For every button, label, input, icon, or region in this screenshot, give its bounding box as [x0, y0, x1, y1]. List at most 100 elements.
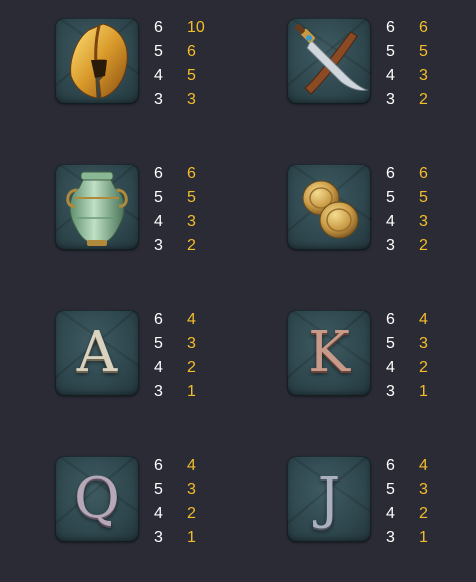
match-count: 6: [154, 165, 163, 182]
pay-row: 64: [386, 454, 466, 478]
payout: 2: [187, 505, 196, 522]
match-count: 5: [154, 189, 163, 206]
pay-row: 55: [386, 40, 466, 64]
match-count: 3: [386, 529, 395, 546]
symbol-card-q: Q 64 53 42 31: [0, 438, 238, 582]
pay-row: 56: [154, 40, 234, 64]
payout: 5: [419, 43, 428, 60]
match-count: 4: [386, 359, 395, 376]
match-count: 5: [386, 335, 395, 352]
match-count: 5: [386, 481, 395, 498]
match-count: 6: [154, 457, 163, 474]
match-count: 4: [154, 67, 163, 84]
payout: 2: [187, 237, 196, 254]
payout: 3: [419, 213, 428, 230]
coins-symbol-tile: [287, 164, 371, 250]
match-count: 4: [386, 213, 395, 230]
symbol-card-coins: 66 55 43 32: [232, 146, 470, 290]
amphora-icon: [66, 171, 128, 246]
pay-row: 43: [386, 64, 466, 88]
pay-row: 64: [386, 308, 466, 332]
payout: 3: [419, 67, 428, 84]
match-count: 3: [154, 529, 163, 546]
pay-row: 6 10: [154, 16, 234, 40]
pay-row: 31: [154, 526, 234, 550]
pay-row: 42: [386, 502, 466, 526]
match-count: 4: [386, 505, 395, 522]
symbol-card-a: A 64 53 42 31: [0, 292, 238, 436]
match-count: 5: [386, 189, 395, 206]
letter-k-icon: K: [308, 320, 350, 385]
match-count: 6: [386, 311, 395, 328]
payout: 3: [187, 335, 196, 352]
paytable-coins: 66 55 43 32: [386, 162, 466, 258]
letter-a-icon: A: [76, 320, 118, 385]
q-symbol-tile: Q: [55, 456, 139, 542]
pay-row: 32: [154, 234, 234, 258]
payout: 1: [419, 529, 428, 546]
match-count: 4: [154, 213, 163, 230]
payout: 5: [187, 189, 196, 206]
pay-row: 33: [154, 88, 234, 112]
match-count: 6: [386, 165, 395, 182]
pay-row: 43: [154, 210, 234, 234]
match-count: 3: [386, 383, 395, 400]
payout: 2: [419, 91, 428, 108]
pay-row: 32: [386, 234, 466, 258]
match-count: 3: [154, 91, 163, 108]
symbol-card-j: J 64 53 42 31: [232, 438, 470, 582]
paytable-k: 64 53 42 31: [386, 308, 466, 404]
symbol-card-k: K 64 53 42 31: [232, 292, 470, 436]
payout: 6: [419, 165, 428, 182]
pay-row: 31: [386, 526, 466, 550]
match-count: 3: [386, 91, 395, 108]
pay-row: 42: [386, 356, 466, 380]
symbol-card-vase: 66 55 43 32: [0, 146, 238, 290]
pay-row: 55: [386, 186, 466, 210]
paytable-vase: 66 55 43 32: [154, 162, 234, 258]
k-symbol-tile: K: [287, 310, 371, 396]
pay-row: 66: [386, 16, 466, 40]
match-count: 4: [154, 359, 163, 376]
match-count: 4: [154, 505, 163, 522]
pay-row: 43: [386, 210, 466, 234]
pay-row: 53: [386, 478, 466, 502]
payout: 3: [419, 481, 428, 498]
match-count: 6: [386, 19, 395, 36]
pay-row: 53: [386, 332, 466, 356]
pay-row: 32: [386, 88, 466, 112]
payout: 6: [187, 165, 196, 182]
payout: 5: [419, 189, 428, 206]
match-count: 6: [386, 457, 395, 474]
dagger-icon: [295, 24, 369, 95]
match-count: 5: [154, 43, 163, 60]
pay-row: 64: [154, 454, 234, 478]
j-symbol-tile: J: [287, 456, 371, 542]
payout: 1: [187, 529, 196, 546]
match-count: 5: [154, 335, 163, 352]
payout: 4: [187, 311, 196, 328]
helmet-symbol-tile: [55, 18, 139, 104]
payout: 2: [419, 505, 428, 522]
payout: 6: [419, 19, 428, 36]
match-count: 3: [154, 237, 163, 254]
payout: 6: [187, 43, 196, 60]
payout: 1: [187, 383, 196, 400]
pay-row: 31: [154, 380, 234, 404]
payout: 3: [187, 213, 196, 230]
pay-row: 53: [154, 332, 234, 356]
match-count: 3: [386, 237, 395, 254]
pay-row: 31: [386, 380, 466, 404]
letter-q-icon: Q: [74, 466, 120, 531]
vase-symbol-tile: [55, 164, 139, 250]
paytable-helmet: 6 10 56 45 33: [154, 16, 234, 112]
a-symbol-tile: A: [55, 310, 139, 396]
payout: 3: [419, 335, 428, 352]
payout: 2: [419, 237, 428, 254]
payout: 5: [187, 67, 196, 84]
paytable-j: 64 53 42 31: [386, 454, 466, 550]
payout: 2: [419, 359, 428, 376]
payout: 1: [419, 383, 428, 400]
paytable-q: 64 53 42 31: [154, 454, 234, 550]
dagger-symbol-tile: [287, 18, 371, 104]
